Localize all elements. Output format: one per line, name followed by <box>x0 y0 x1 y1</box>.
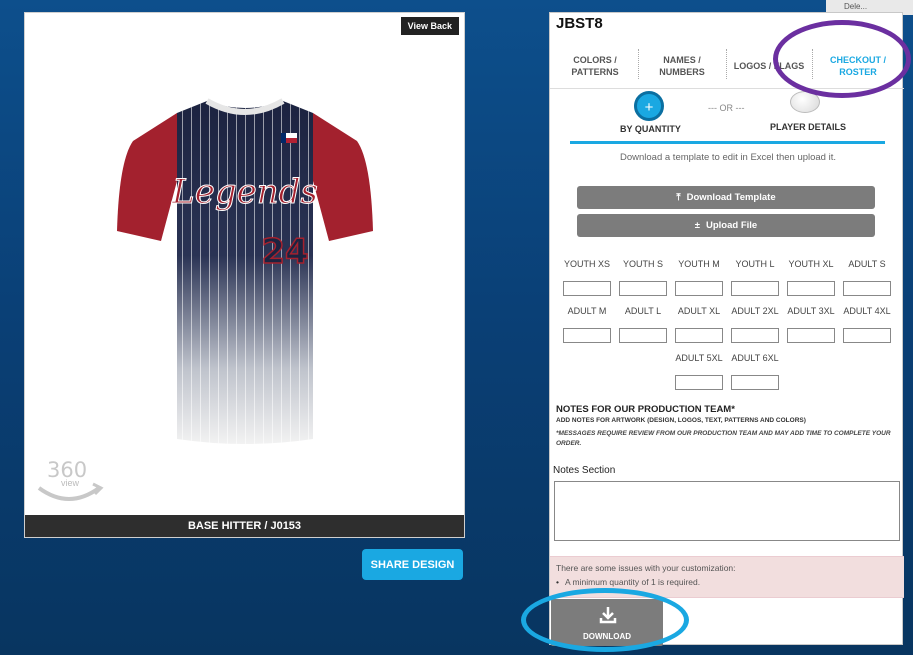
size-quantity-input[interactable] <box>619 328 667 343</box>
product-name: BASE HITTER / J0153 <box>25 515 464 537</box>
size-label: ADULT S <box>848 259 886 269</box>
tab-logos-line1: LOGOS / FLAGS <box>733 61 805 71</box>
size-quantity-input[interactable] <box>843 281 891 296</box>
upload-file-button[interactable]: ± Upload File <box>577 214 875 237</box>
tab-divider <box>726 49 727 79</box>
tab-divider <box>812 49 813 79</box>
size-quantity-input[interactable] <box>731 328 779 343</box>
jersey-preview-panel: View Back Legends 24 360 view BASE HITTE… <box>24 12 465 538</box>
tab-checkout-line2: ROSTER <box>839 67 877 77</box>
download-icon <box>599 607 617 624</box>
size-quantity-input[interactable] <box>731 281 779 296</box>
size-cell: ADULT 4XL <box>842 304 892 343</box>
notes-subheading: ADD NOTES FOR ARTWORK (DESIGN, LOGOS, TE… <box>556 417 806 424</box>
size-cell: ADULT M <box>562 304 612 343</box>
size-label: ADULT XL <box>677 306 721 316</box>
size-label: YOUTH L <box>735 259 775 269</box>
size-quantity-input[interactable] <box>563 281 611 296</box>
tab-checkout-roster[interactable]: CHECKOUT / ROSTER <box>814 43 902 89</box>
view-back-button[interactable]: View Back <box>400 17 459 35</box>
download-button[interactable]: DOWNLOAD <box>551 599 663 646</box>
size-quantity-input[interactable] <box>619 281 667 296</box>
size-cell: ADULT 6XL <box>730 351 780 390</box>
player-details-radio[interactable] <box>790 91 820 113</box>
upload-file-label: Upload File <box>706 220 758 231</box>
issues-list: A minimum quantity of 1 is required. <box>556 577 898 587</box>
size-label: ADULT L <box>624 306 662 316</box>
size-cell: YOUTH S <box>618 257 668 296</box>
size-label: ADULT 2XL <box>731 306 779 316</box>
size-quantity-input[interactable] <box>787 281 835 296</box>
upload-file-icon: ± <box>694 220 700 231</box>
tab-colors-line2: PATTERNS <box>571 67 619 77</box>
jersey-image: Legends 24 <box>115 91 375 461</box>
customize-panel: JBST8 COLORS / PATTERNS NAMES / NUMBERS LO… <box>549 12 904 646</box>
by-quantity-radio[interactable]: + <box>634 91 664 121</box>
quantity-mode-selector: + --- OR --- BY QUANTITY PLAYER DETAILS <box>570 91 885 147</box>
tab-names-numbers[interactable]: NAMES / NUMBERS <box>640 43 724 89</box>
jersey-number: 24 <box>261 232 308 272</box>
size-label: ADULT 3XL <box>787 306 835 316</box>
size-cell: ADULT XL <box>674 304 724 343</box>
size-label: YOUTH XL <box>788 259 834 269</box>
tab-checkout-line1: CHECKOUT / <box>830 55 886 65</box>
download-label: DOWNLOAD <box>583 632 631 641</box>
rotate-360-icon[interactable]: 360 view <box>33 458 105 506</box>
size-label: ADULT M <box>567 306 607 316</box>
size-quantity-input[interactable] <box>731 375 779 390</box>
size-label: ADULT 5XL <box>675 353 723 363</box>
tab-colors-patterns[interactable]: COLORS / PATTERNS <box>554 43 636 89</box>
panel-title: JBST8 <box>556 15 603 32</box>
tab-divider <box>638 49 639 79</box>
download-template-label: Download Template <box>686 192 776 203</box>
tab-logos-flags[interactable]: LOGOS / FLAGS <box>728 43 810 89</box>
size-quantity-input[interactable] <box>843 328 891 343</box>
size-label: ADULT 4XL <box>843 306 891 316</box>
notes-section-label: Notes Section <box>553 465 616 476</box>
size-label: YOUTH S <box>622 259 663 269</box>
download-template-button[interactable]: ⤒ Download Template <box>577 186 875 209</box>
size-cell: ADULT S <box>842 257 892 296</box>
size-quantity-input[interactable] <box>675 375 723 390</box>
size-label: ADULT 6XL <box>731 353 779 363</box>
tab-names-line2: NUMBERS <box>659 67 705 77</box>
tab-colors-line1: COLORS / <box>573 55 617 65</box>
issues-alert: There are some issues with your customiz… <box>550 556 904 598</box>
tab-names-line1: NAMES / <box>663 55 701 65</box>
size-quantity-input[interactable] <box>675 281 723 296</box>
size-quantity-input[interactable] <box>787 328 835 343</box>
download-template-icon: ⤒ <box>676 192 681 203</box>
by-quantity-label[interactable]: BY QUANTITY <box>620 124 681 134</box>
jersey-team-text: Legends <box>171 172 318 212</box>
template-help-text: Download a template to edit in Excel the… <box>620 152 836 163</box>
size-cell: ADULT 5XL <box>674 351 724 390</box>
size-cell: YOUTH L <box>730 257 780 296</box>
or-separator: --- OR --- <box>708 103 745 113</box>
issue-item: A minimum quantity of 1 is required. <box>556 577 898 587</box>
player-details-label[interactable]: PLAYER DETAILS <box>770 122 846 132</box>
mode-underline <box>570 141 885 144</box>
size-quantity-input[interactable] <box>675 328 723 343</box>
tab-bar: COLORS / PATTERNS NAMES / NUMBERS LOGOS / … <box>550 43 904 89</box>
issues-message: There are some issues with your customiz… <box>556 563 736 573</box>
size-cell: YOUTH XS <box>562 257 612 296</box>
size-cell: ADULT 3XL <box>786 304 836 343</box>
notes-warning: *MESSAGES REQUIRE REVIEW FROM OUR PRODUC… <box>556 430 891 447</box>
notes-textarea[interactable] <box>554 481 900 541</box>
size-label: YOUTH M <box>678 259 720 269</box>
size-quantity-input[interactable] <box>563 328 611 343</box>
size-cell: YOUTH XL <box>786 257 836 296</box>
size-label: YOUTH XS <box>563 259 610 269</box>
notes-heading: NOTES FOR OUR PRODUCTION TEAM* <box>556 404 735 415</box>
size-cell: ADULT L <box>618 304 668 343</box>
size-cell: ADULT 2XL <box>730 304 780 343</box>
share-design-button[interactable]: SHARE DESIGN <box>362 549 463 580</box>
size-cell: YOUTH M <box>674 257 724 296</box>
